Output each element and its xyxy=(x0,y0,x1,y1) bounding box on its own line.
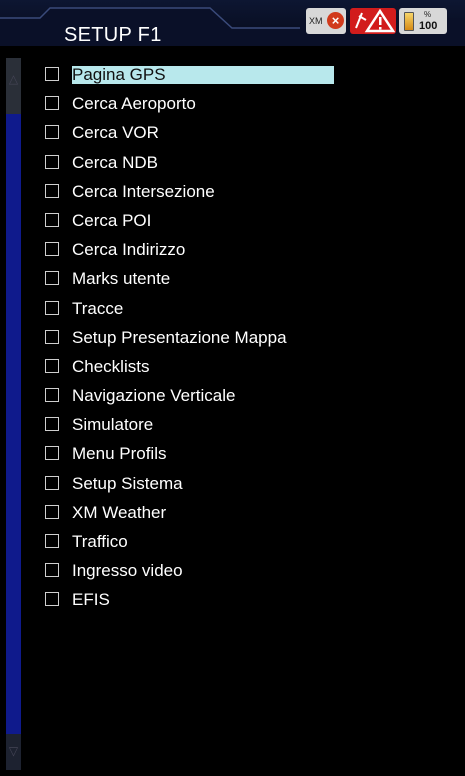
battery-value: 100 xyxy=(419,20,438,32)
menu-item-checkbox[interactable] xyxy=(45,242,59,257)
menu-item[interactable]: Setup Presentazione Mappa xyxy=(40,326,340,355)
menu-item-checkbox[interactable] xyxy=(45,446,59,461)
menu-item-checkbox[interactable] xyxy=(45,300,59,315)
menu-item[interactable]: Ingresso video xyxy=(40,559,340,588)
menu-item-checkbox[interactable] xyxy=(45,475,59,490)
menu-item-label: Setup Presentazione Mappa xyxy=(72,327,287,347)
title-bar: SETUP F1 XM × % 100 xyxy=(0,0,465,46)
menu-item[interactable]: Cerca NDB xyxy=(40,151,340,180)
menu-item-label: Simulatore xyxy=(72,415,154,435)
menu-item[interactable]: Marks utente xyxy=(40,267,340,296)
menu-item-checkbox[interactable] xyxy=(45,329,59,344)
menu-item-label: Cerca Indirizzo xyxy=(72,240,186,260)
menu-item[interactable]: Setup Sistema xyxy=(40,472,340,501)
menu-item-label: Traffico xyxy=(72,532,128,551)
menu-item[interactable]: Traffico xyxy=(40,530,340,559)
menu-item-label: Cerca POI xyxy=(72,210,152,230)
xm-label: XM xyxy=(309,16,323,26)
menu-item-label: Pagina GPS xyxy=(72,66,334,84)
menu-item[interactable]: EFIS xyxy=(40,588,340,617)
menu-item-label: EFIS xyxy=(72,590,110,610)
menu-item-checkbox[interactable] xyxy=(45,154,59,169)
battery-icon xyxy=(404,12,414,31)
menu-item-checkbox[interactable] xyxy=(45,67,59,81)
menu-item[interactable]: Cerca Intersezione xyxy=(40,180,340,209)
menu-item[interactable]: Cerca POI xyxy=(40,209,340,238)
menu-item-label: Cerca NDB xyxy=(72,152,158,172)
menu-item-label: Marks utente xyxy=(72,269,171,289)
scroll-up-button[interactable]: △ xyxy=(6,58,21,114)
setup-menu-list: Pagina GPS Cerca Aeroporto Cerca VOR Cerca … xyxy=(40,63,340,618)
menu-item-label: Setup Sistema xyxy=(72,473,183,493)
menu-item-checkbox[interactable] xyxy=(45,592,59,607)
menu-item[interactable]: Cerca Indirizzo xyxy=(40,238,340,267)
menu-item-label: Cerca Intersezione xyxy=(72,181,215,201)
menu-item-checkbox[interactable] xyxy=(45,183,59,198)
menu-item-checkbox[interactable] xyxy=(45,358,59,373)
menu-item-label: Tracce xyxy=(72,298,124,318)
battery-status[interactable]: % 100 xyxy=(399,8,447,34)
menu-item-checkbox[interactable] xyxy=(45,271,59,286)
menu-item[interactable]: Simulatore xyxy=(40,413,340,442)
menu-item-checkbox[interactable] xyxy=(45,96,59,111)
menu-item-checkbox[interactable] xyxy=(45,388,59,403)
xm-status[interactable]: XM × xyxy=(306,8,346,34)
menu-item[interactable]: Cerca VOR xyxy=(40,121,340,150)
menu-item-label: Checklists xyxy=(72,356,150,376)
menu-item-checkbox[interactable] xyxy=(45,504,59,519)
alert-status[interactable] xyxy=(350,8,396,34)
chevron-down-icon: ▽ xyxy=(8,744,19,758)
menu-item[interactable]: Cerca Aeroporto xyxy=(40,92,340,121)
menu-item[interactable]: Tracce xyxy=(40,297,340,326)
warning-triangle-icon xyxy=(355,8,396,33)
chevron-up-icon: △ xyxy=(8,72,19,86)
menu-item[interactable]: Checklists xyxy=(40,355,340,384)
menu-item[interactable]: Menu Profils xyxy=(40,442,340,471)
x-error-icon: × xyxy=(327,12,344,29)
menu-item-checkbox[interactable] xyxy=(45,125,59,140)
menu-item-label: Cerca VOR xyxy=(72,123,159,143)
menu-item-checkbox[interactable] xyxy=(45,417,59,432)
menu-item-label: Ingresso video xyxy=(72,561,183,581)
menu-item[interactable]: Navigazione Verticale xyxy=(40,384,340,413)
menu-item-checkbox[interactable] xyxy=(45,212,59,227)
menu-item-label: Cerca Aeroporto xyxy=(72,94,196,114)
menu-item[interactable]: XM Weather xyxy=(40,501,340,530)
menu-item-label: XM Weather xyxy=(72,502,167,522)
scrollbar[interactable]: △ ▽ xyxy=(6,58,21,770)
page-title: SETUP F1 xyxy=(64,24,162,46)
menu-item[interactable]: Pagina GPS xyxy=(40,63,340,92)
scroll-down-button[interactable]: ▽ xyxy=(6,734,21,770)
menu-item-label: Menu Profils xyxy=(72,444,167,464)
menu-item-checkbox[interactable] xyxy=(45,534,59,548)
menu-item-label: Navigazione Verticale xyxy=(72,386,236,406)
battery-unit: % xyxy=(424,10,432,19)
scroll-track[interactable] xyxy=(6,114,21,734)
menu-item-checkbox[interactable] xyxy=(45,563,59,578)
